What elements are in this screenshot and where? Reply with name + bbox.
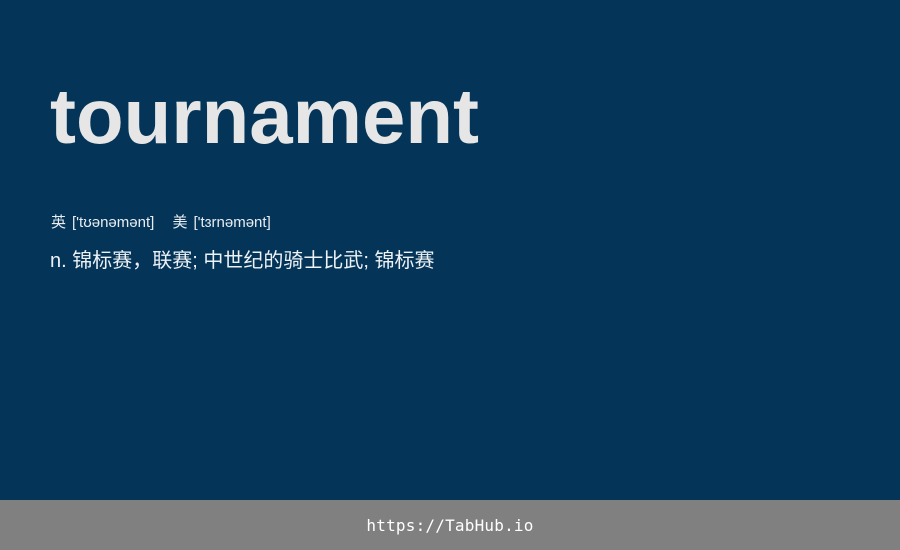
us-ipa: ['tɜrnəmənt] bbox=[193, 214, 271, 231]
footer-bar: https://TabHub.io bbox=[0, 500, 900, 550]
us-phonetic: 美 ['tɜrnəmənt] bbox=[172, 212, 270, 234]
phonetics-row: 英 ['tʊənəmənt] 美 ['tɜrnəmənt] bbox=[51, 212, 285, 234]
tabhub-link[interactable]: https://TabHub.io bbox=[366, 516, 533, 535]
definition-text: n. 锦标赛，联赛; 中世纪的骑士比武; 锦标赛 bbox=[50, 250, 435, 272]
uk-region-label: 英 bbox=[51, 214, 67, 231]
word-card: tournament 英 ['tʊənəmənt] 美 ['tɜrnəmənt] n… bbox=[0, 0, 900, 500]
uk-phonetic: 英 ['tʊənəmənt] bbox=[51, 212, 154, 234]
uk-ipa: ['tʊənəmənt] bbox=[72, 214, 155, 231]
us-region-label: 美 bbox=[172, 214, 188, 231]
headword: tournament bbox=[50, 72, 479, 160]
